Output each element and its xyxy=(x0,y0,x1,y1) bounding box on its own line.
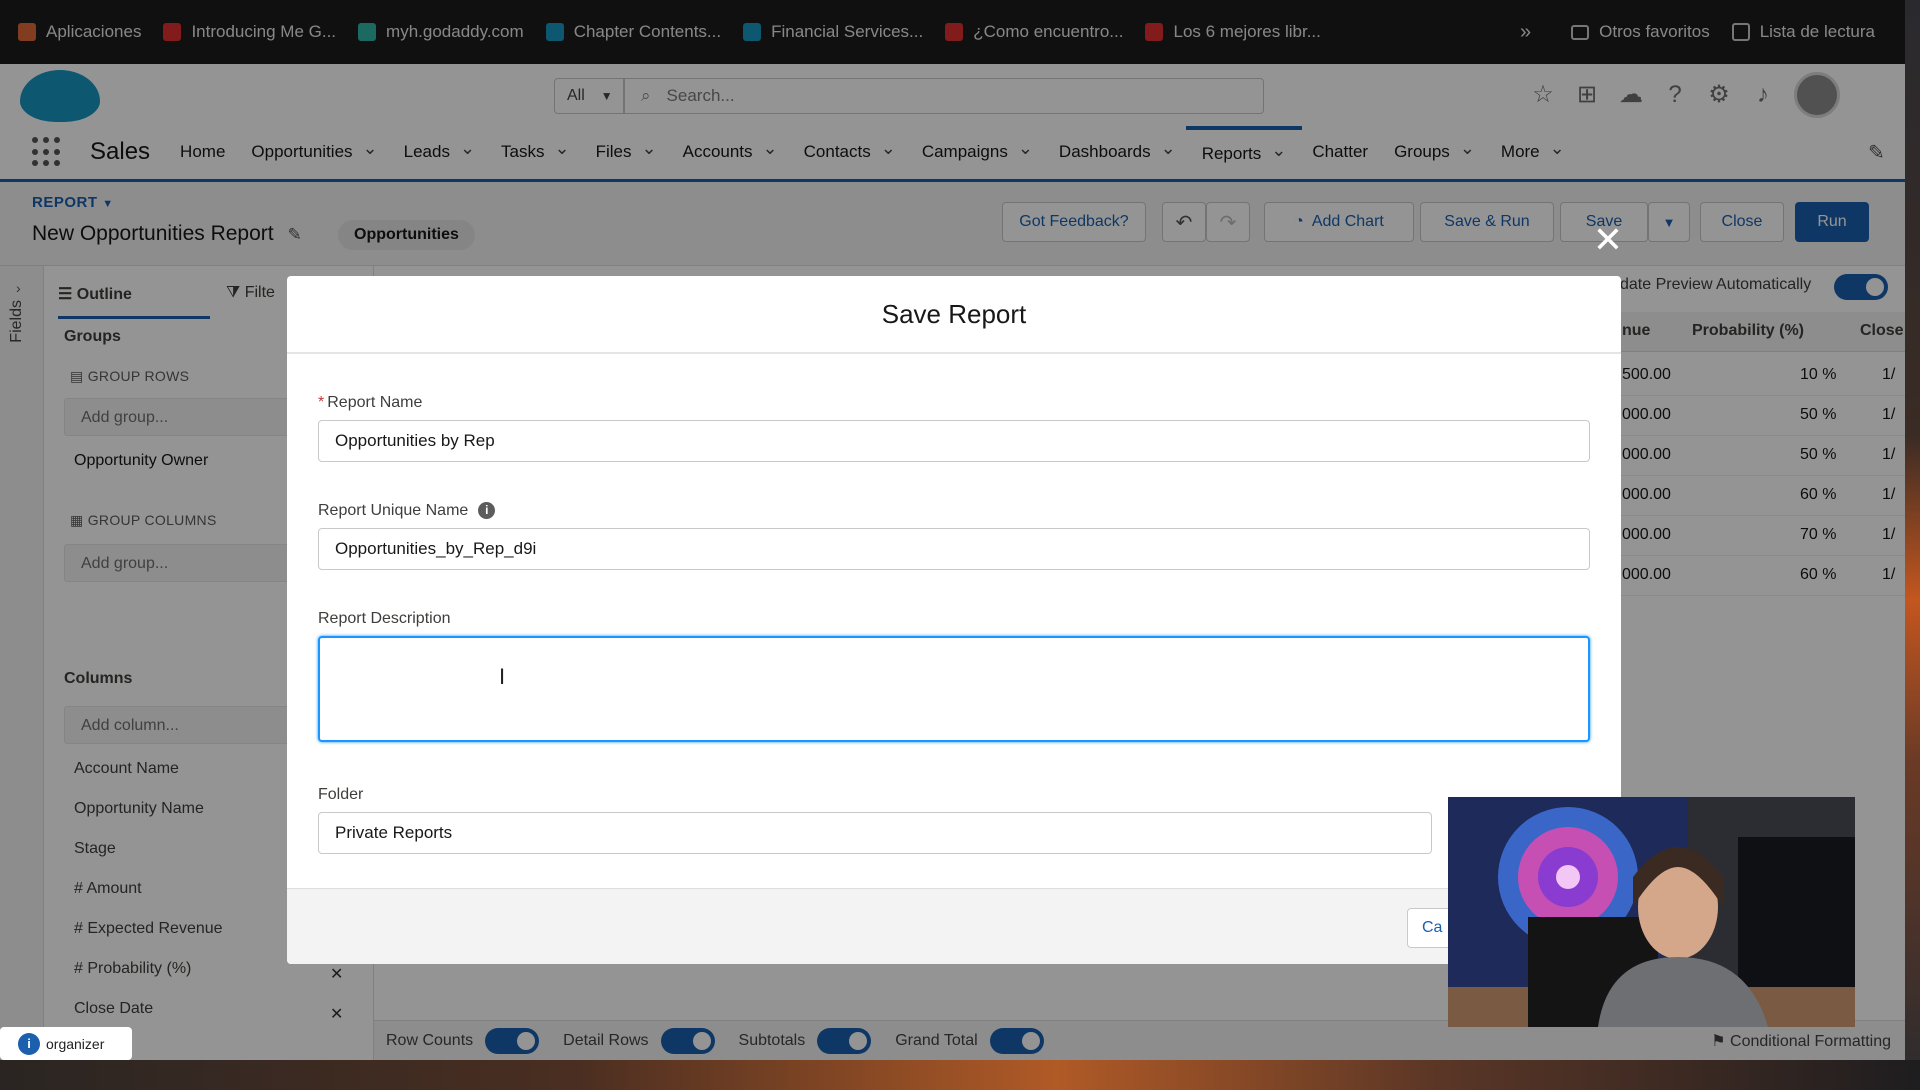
description-label: Report Description xyxy=(318,610,451,627)
close-modal-icon[interactable]: ✕ xyxy=(1590,222,1626,258)
save-report-modal: Save Report *Report Name Report Unique N… xyxy=(287,276,1621,964)
text-cursor-icon: I xyxy=(499,664,506,689)
folder-label: Folder xyxy=(318,786,364,803)
organizer-extension-button[interactable]: i organizer xyxy=(0,1027,132,1060)
unique-name-input[interactable] xyxy=(318,528,1590,570)
desktop-background xyxy=(1905,0,1920,1090)
folder-input[interactable] xyxy=(318,812,1432,854)
report-name-label-text: Report Name xyxy=(327,394,423,411)
browser-window: Aplicaciones Introducing Me G... myh.godad… xyxy=(0,0,1905,1060)
webcam-feed xyxy=(1448,797,1855,1027)
info-icon[interactable]: i xyxy=(478,502,496,520)
organizer-label: organizer xyxy=(46,1035,105,1052)
unique-name-label: Report Unique Name i xyxy=(318,502,496,520)
description-textarea[interactable] xyxy=(318,636,1590,742)
desktop-background xyxy=(0,1060,1920,1090)
organizer-icon: i xyxy=(18,1032,40,1055)
unique-name-label-text: Report Unique Name xyxy=(318,502,469,519)
webcam-image xyxy=(1448,797,1855,1027)
report-name-input[interactable] xyxy=(318,420,1590,462)
modal-title: Save Report xyxy=(287,276,1621,354)
report-name-label: * Report Name xyxy=(318,394,422,412)
required-indicator: * xyxy=(318,394,325,411)
